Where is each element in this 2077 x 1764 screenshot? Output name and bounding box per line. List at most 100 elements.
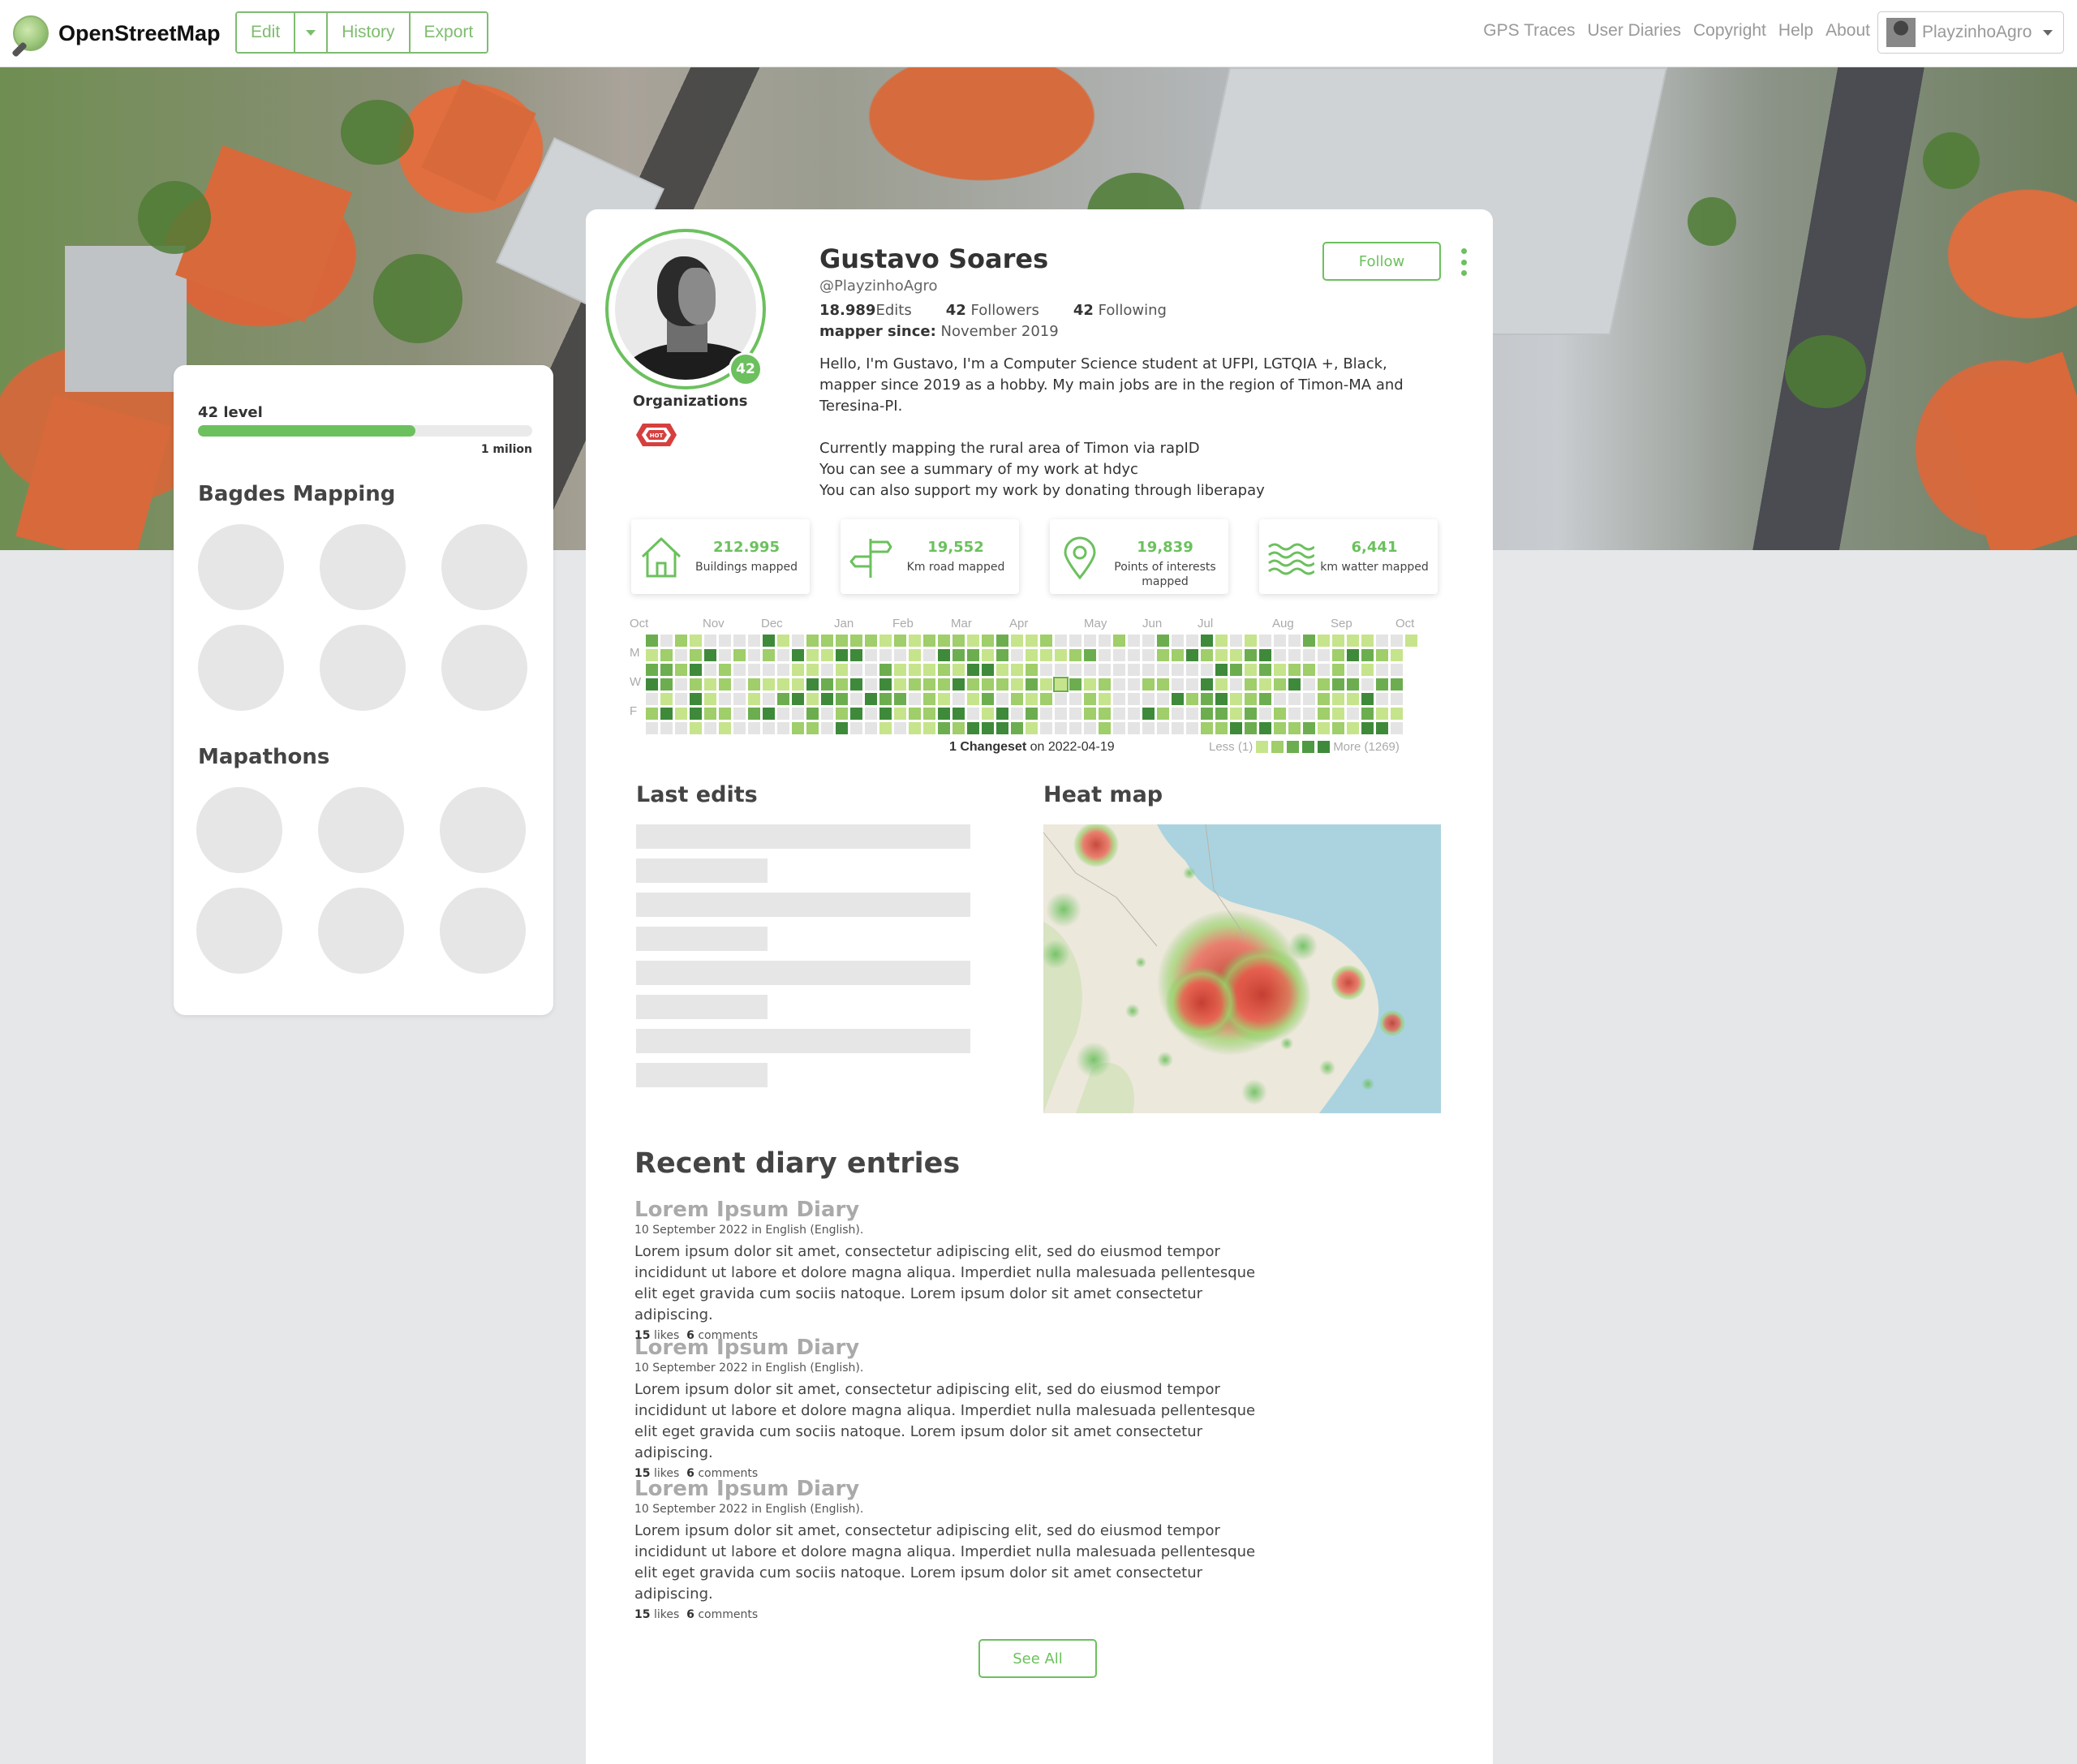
contribution-day-cell[interactable] (1215, 678, 1228, 691)
contribution-day-cell[interactable] (938, 693, 950, 705)
contribution-day-cell[interactable] (1011, 664, 1023, 676)
contribution-day-cell[interactable] (1099, 693, 1111, 705)
contribution-day-cell[interactable] (792, 649, 804, 661)
contribution-day-cell[interactable] (952, 722, 965, 734)
contribution-day-cell[interactable] (763, 708, 775, 720)
contribution-day-cell[interactable] (967, 649, 979, 661)
contribution-day-cell[interactable] (748, 722, 760, 734)
mapathon-placeholder[interactable] (196, 888, 282, 974)
contribution-day-cell[interactable] (1332, 693, 1344, 705)
contribution-day-cell[interactable] (1084, 722, 1096, 734)
contribution-day-cell[interactable] (1288, 635, 1301, 647)
contribution-day-cell[interactable] (967, 708, 979, 720)
contribution-day-cell[interactable] (1332, 708, 1344, 720)
contribution-day-cell[interactable] (1113, 664, 1125, 676)
contribution-day-cell[interactable] (1026, 635, 1038, 647)
contribution-day-cell[interactable] (704, 708, 716, 720)
contribution-day-cell[interactable] (909, 722, 921, 734)
contribution-day-cell[interactable] (1069, 649, 1082, 661)
contribution-day-cell[interactable] (733, 649, 746, 661)
contribution-day-cell[interactable] (704, 678, 716, 691)
contribution-day-cell[interactable] (1361, 722, 1374, 734)
contribution-day-cell[interactable] (1288, 708, 1301, 720)
contribution-day-cell[interactable] (1245, 722, 1257, 734)
contribution-day-cell[interactable] (923, 722, 935, 734)
contribution-day-cell[interactable] (763, 693, 775, 705)
contribution-day-cell[interactable] (1288, 693, 1301, 705)
contribution-day-cell[interactable] (836, 649, 848, 661)
contribution-day-cell[interactable] (733, 678, 746, 691)
heat-map[interactable] (1043, 824, 1441, 1113)
contribution-day-cell[interactable] (865, 649, 877, 661)
badge-placeholder[interactable] (441, 524, 527, 610)
contribution-day-cell[interactable] (1157, 693, 1169, 705)
contribution-day-cell[interactable] (923, 635, 935, 647)
contribution-day-cell[interactable] (763, 649, 775, 661)
contribution-day-cell[interactable] (690, 693, 702, 705)
contribution-day-cell[interactable] (1274, 664, 1286, 676)
contribution-day-cell[interactable] (1347, 649, 1359, 661)
contribution-day-cell[interactable] (894, 635, 906, 647)
contribution-day-cell[interactable] (675, 708, 687, 720)
contribution-day-cell[interactable] (1172, 708, 1184, 720)
contribution-day-cell[interactable] (1040, 664, 1052, 676)
osm-logo-link[interactable]: OpenStreetMap (13, 15, 221, 52)
contribution-day-cell[interactable] (719, 722, 731, 734)
contribution-day-cell[interactable] (1303, 693, 1315, 705)
contribution-day-cell[interactable] (938, 635, 950, 647)
contribution-day-cell[interactable] (1172, 664, 1184, 676)
contribution-day-cell[interactable] (1318, 678, 1330, 691)
contribution-day-cell[interactable] (1055, 664, 1067, 676)
contribution-day-cell[interactable] (938, 708, 950, 720)
export-button[interactable]: Export (410, 13, 488, 52)
contribution-day-cell[interactable] (1230, 664, 1242, 676)
contribution-day-cell[interactable] (690, 635, 702, 647)
contribution-day-cell[interactable] (1142, 693, 1155, 705)
contribution-day-cell[interactable] (1347, 722, 1359, 734)
contribution-day-cell[interactable] (1069, 635, 1082, 647)
contribution-day-cell[interactable] (967, 664, 979, 676)
contribution-day-cell[interactable] (1318, 722, 1330, 734)
contribution-day-cell[interactable] (1303, 678, 1315, 691)
contribution-day-cell[interactable] (996, 722, 1008, 734)
contribution-day-cell[interactable] (806, 678, 819, 691)
contribution-day-cell[interactable] (821, 664, 833, 676)
see-all-button[interactable]: See All (978, 1639, 1097, 1678)
contribution-day-cell[interactable] (1215, 693, 1228, 705)
contribution-day-cell[interactable] (1376, 708, 1388, 720)
contribution-day-cell[interactable] (1274, 708, 1286, 720)
contribution-day-cell[interactable] (1040, 678, 1052, 691)
contribution-day-cell[interactable] (996, 664, 1008, 676)
contribution-day-cell[interactable] (1128, 722, 1140, 734)
contribution-day-cell[interactable] (1099, 635, 1111, 647)
contribution-day-cell[interactable] (806, 664, 819, 676)
contribution-day-cell[interactable] (836, 635, 848, 647)
contribution-day-cell[interactable] (1142, 664, 1155, 676)
contribution-day-cell[interactable] (1259, 678, 1271, 691)
history-button[interactable]: History (328, 13, 411, 52)
contribution-day-cell[interactable] (1113, 635, 1125, 647)
contribution-day-cell[interactable] (806, 708, 819, 720)
contribution-day-cell[interactable] (660, 649, 673, 661)
contribution-day-cell[interactable] (996, 649, 1008, 661)
contribution-day-cell[interactable] (879, 635, 892, 647)
contribution-day-cell[interactable] (1391, 693, 1403, 705)
contribution-day-cell[interactable] (1186, 693, 1198, 705)
contribution-day-cell[interactable] (1215, 649, 1228, 661)
contribution-day-cell[interactable] (777, 708, 789, 720)
contribution-day-cell[interactable] (660, 678, 673, 691)
contribution-day-cell[interactable] (1055, 635, 1067, 647)
contribution-day-cell[interactable] (719, 678, 731, 691)
contribution-day-cell[interactable] (704, 664, 716, 676)
contribution-day-cell[interactable] (1172, 693, 1184, 705)
diary-entry-title[interactable]: Lorem Ipsum Diary (634, 1477, 1267, 1501)
contribution-day-cell[interactable] (1026, 708, 1038, 720)
contribution-day-cell[interactable] (1274, 678, 1286, 691)
more-options-icon[interactable] (1457, 248, 1470, 276)
contribution-day-cell[interactable] (982, 722, 994, 734)
contribution-day-cell[interactable] (850, 678, 862, 691)
contribution-day-cell[interactable] (646, 664, 658, 676)
contribution-day-cell[interactable] (1347, 678, 1359, 691)
contribution-day-cell[interactable] (1391, 678, 1403, 691)
contribution-day-cell[interactable] (704, 635, 716, 647)
